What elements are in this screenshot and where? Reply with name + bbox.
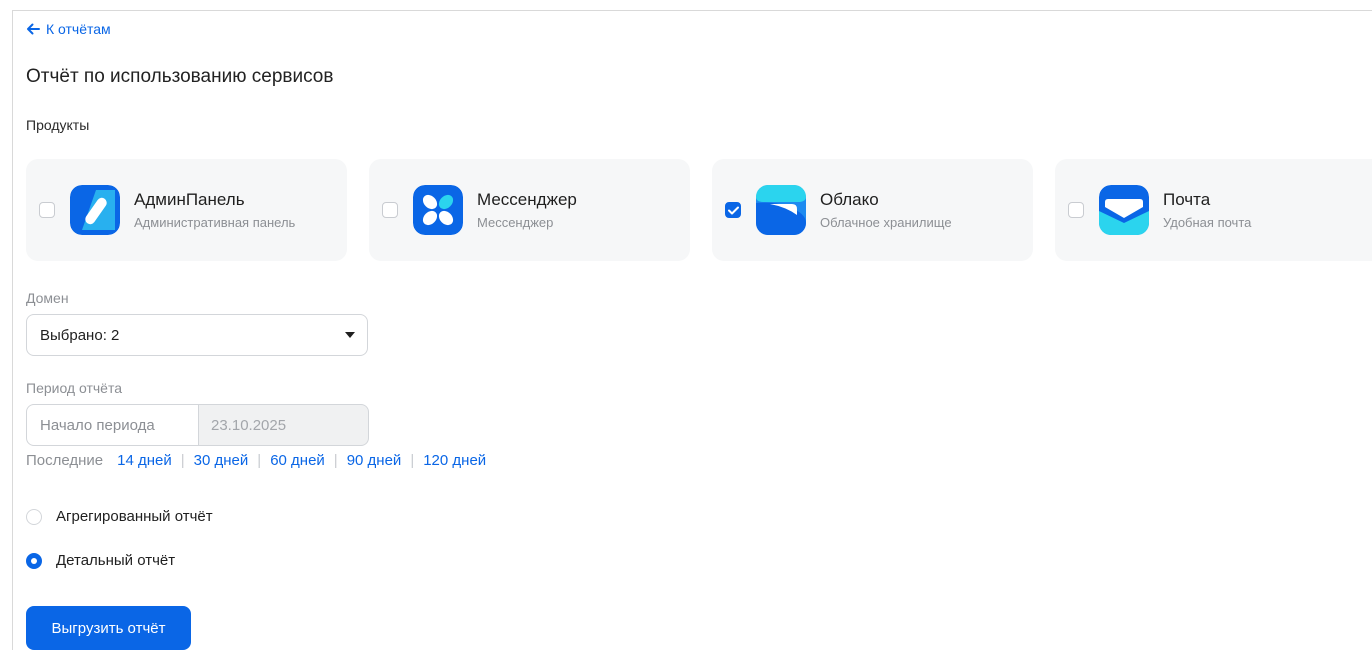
arrow-left-icon xyxy=(27,23,40,35)
domain-select-value: Выбрано: 2 xyxy=(40,326,120,344)
product-description: Облачное хранилище xyxy=(820,215,952,230)
admin-panel-icon xyxy=(70,185,120,235)
messenger-icon xyxy=(413,185,463,235)
report-type-aggregated[interactable]: Агрегированный отчёт xyxy=(26,508,213,525)
period-date-range: Начало периода 23.10.2025 xyxy=(26,404,369,446)
quick-period-30[interactable]: 30 дней xyxy=(194,452,249,469)
product-name: Облако xyxy=(820,190,879,209)
radio-detailed[interactable] xyxy=(26,552,42,569)
product-cards: АдминПанель Административная панель Месс… xyxy=(26,159,1372,261)
period-label: Период отчёта xyxy=(26,380,123,396)
back-to-reports-link[interactable]: К отчётам xyxy=(26,21,111,37)
page-title: Отчёт по использованию сервисов xyxy=(26,66,334,87)
period-start-input[interactable]: Начало периода xyxy=(26,404,199,446)
product-name: Мессенджер xyxy=(477,190,577,209)
product-checkbox-mail[interactable] xyxy=(1068,202,1084,218)
report-type-label: Детальный отчёт xyxy=(56,552,176,569)
checkmark-icon xyxy=(727,206,739,214)
product-card-mail[interactable]: Почта Удобная почта xyxy=(1055,159,1372,261)
product-card-messenger[interactable]: Мессенджер Мессенджер xyxy=(369,159,690,261)
cloud-icon xyxy=(756,185,806,235)
quick-period-separator: | xyxy=(333,452,338,469)
report-type-detailed[interactable]: Детальный отчёт xyxy=(26,552,175,569)
back-link-label: К отчётам xyxy=(46,21,111,37)
caret-down-icon xyxy=(345,332,355,338)
radio-aggregated[interactable] xyxy=(26,508,42,525)
mail-icon xyxy=(1099,185,1149,235)
report-type-label: Агрегированный отчёт xyxy=(56,508,213,525)
quick-period-120[interactable]: 120 дней xyxy=(423,452,486,469)
domain-label: Домен xyxy=(26,290,69,306)
export-report-button[interactable]: Выгрузить отчёт xyxy=(26,606,191,650)
product-checkbox-messenger[interactable] xyxy=(382,202,398,218)
period-end-input[interactable]: 23.10.2025 xyxy=(199,404,369,446)
products-label: Продукты xyxy=(26,117,90,133)
product-description: Мессенджер xyxy=(477,215,554,230)
product-description: Административная панель xyxy=(134,215,296,230)
quick-periods: Последние 14 дней | 30 дней | 60 дней | … xyxy=(26,452,486,469)
quick-periods-prefix: Последние xyxy=(26,452,104,469)
product-card-cloud[interactable]: Облако Облачное хранилище xyxy=(712,159,1033,261)
product-checkbox-adminpanel[interactable] xyxy=(39,202,55,218)
quick-period-separator: | xyxy=(410,452,415,469)
quick-period-14[interactable]: 14 дней xyxy=(117,452,172,469)
product-card-adminpanel[interactable]: АдминПанель Административная панель xyxy=(26,159,347,261)
product-name: Почта xyxy=(1163,190,1211,209)
quick-period-separator: | xyxy=(257,452,262,469)
quick-period-60[interactable]: 60 дней xyxy=(270,452,325,469)
product-name: АдминПанель xyxy=(134,190,245,209)
domain-select[interactable]: Выбрано: 2 xyxy=(26,314,368,356)
product-description: Удобная почта xyxy=(1163,215,1252,230)
quick-period-separator: | xyxy=(180,452,185,469)
product-checkbox-cloud[interactable] xyxy=(725,202,741,218)
quick-period-90[interactable]: 90 дней xyxy=(347,452,402,469)
